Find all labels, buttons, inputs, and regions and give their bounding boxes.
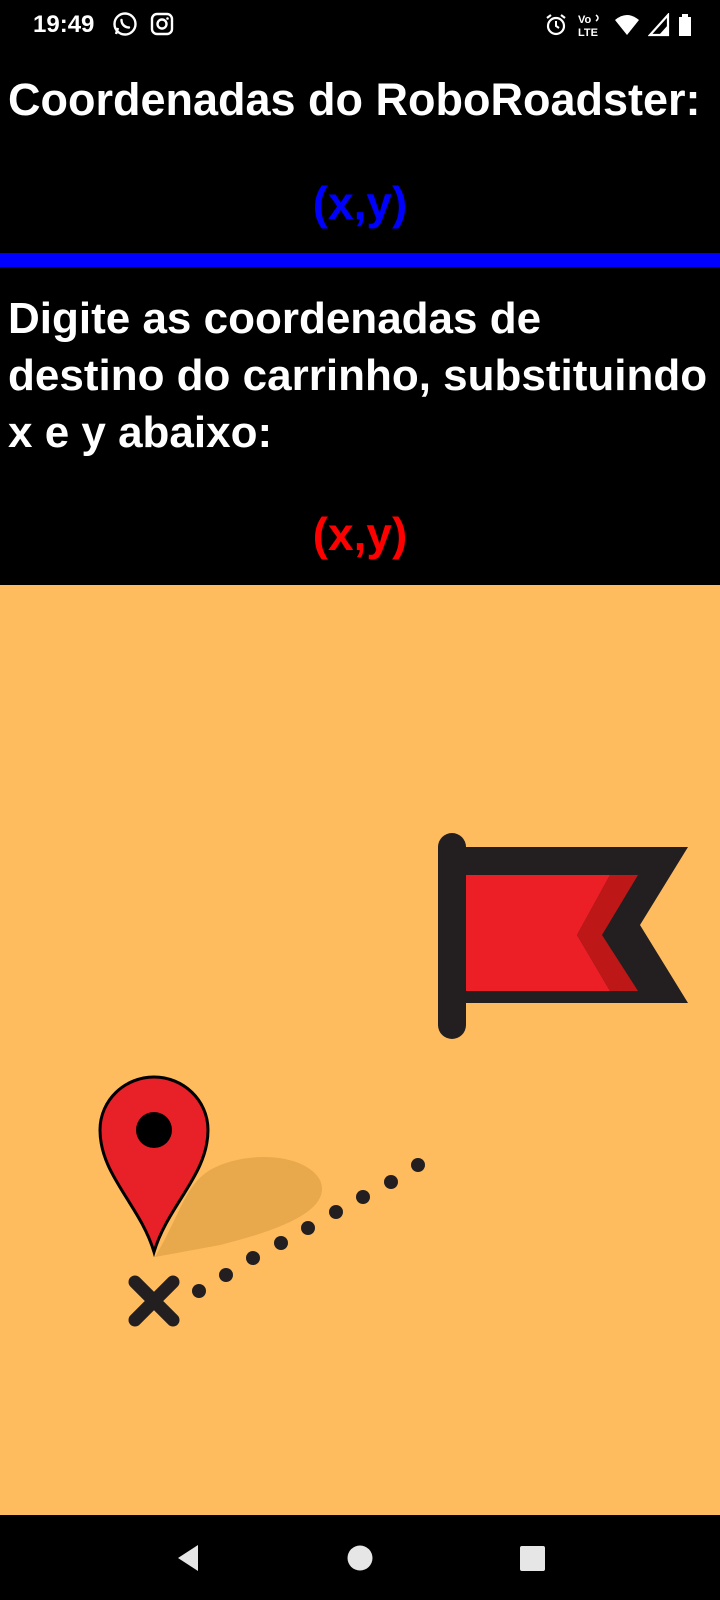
home-icon[interactable] <box>342 1540 378 1576</box>
current-coordinates: (x,y) <box>312 177 408 229</box>
wifi-icon <box>614 13 640 37</box>
status-left-icons <box>112 11 174 37</box>
divider <box>0 253 720 267</box>
signal-icon <box>648 13 670 37</box>
svg-text:Vo: Vo <box>578 14 592 26</box>
recents-icon[interactable] <box>514 1540 550 1576</box>
status-bar: 19:49 Vo LTE <box>0 0 720 50</box>
instagram-icon <box>150 11 174 37</box>
destination-coordinates-input[interactable]: (x,y) <box>0 507 720 561</box>
svg-text:LTE: LTE <box>578 27 598 38</box>
status-time: 19:49 <box>33 11 95 38</box>
page-title: Coordenadas do RoboRoadster: <box>8 74 701 125</box>
navigation-bar <box>0 1515 720 1600</box>
alarm-icon <box>544 13 568 37</box>
back-icon[interactable] <box>170 1540 206 1576</box>
map-illustration-svg <box>98 833 688 1327</box>
x-mark-icon <box>128 1275 180 1327</box>
instruction-text: Digite as coordenadas de destino do carr… <box>8 294 708 457</box>
map-illustration <box>0 585 720 1515</box>
status-right-icons: Vo LTE <box>544 12 692 38</box>
flag-icon <box>438 833 688 1039</box>
volte-icon: Vo LTE <box>576 12 606 38</box>
battery-icon <box>678 13 692 37</box>
whatsapp-icon <box>112 11 138 37</box>
